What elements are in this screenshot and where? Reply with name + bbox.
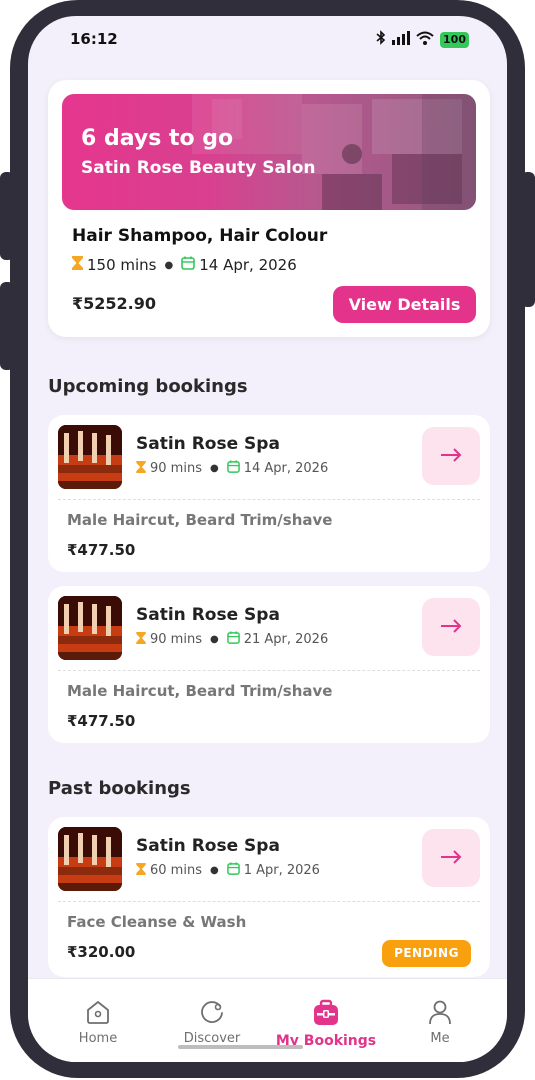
wifi-icon: [416, 30, 434, 49]
hero-duration: 150 mins: [87, 256, 157, 274]
booking-price: ₹320.00: [67, 943, 136, 961]
countdown-text: 6 days to go: [81, 126, 234, 151]
status-time: 16:12: [70, 30, 118, 48]
booking-date: 1 Apr, 2026: [243, 863, 320, 878]
hero-price: ₹5252.90: [72, 294, 157, 313]
discover-icon: [199, 999, 225, 1029]
hourglass-icon: [136, 460, 150, 477]
calendar-icon: [181, 256, 199, 274]
booking-meta: 90 mins ● 21 Apr, 2026: [136, 631, 328, 648]
next-booking-card[interactable]: 6 days to go Satin Rose Beauty Salon Hai…: [48, 80, 490, 337]
open-booking-button[interactable]: [422, 427, 480, 485]
booking-services: Face Cleanse & Wash: [67, 913, 247, 931]
hourglass-icon: [72, 256, 87, 274]
booking-date: 14 Apr, 2026: [243, 461, 329, 476]
app-screen: 16:12 100 6 days to go Satin Rose Beauty…: [28, 16, 507, 1062]
booking-price: ₹477.50: [67, 541, 136, 559]
nav-my-bookings[interactable]: My Bookings: [271, 979, 381, 1062]
status-badge: PENDING: [382, 940, 471, 967]
hourglass-icon: [136, 631, 150, 648]
profile-icon: [427, 999, 453, 1029]
past-section-title: Past bookings: [48, 778, 191, 799]
dashed-divider: [58, 901, 480, 902]
separator-dot: ●: [209, 865, 219, 876]
booking-meta: 90 mins ● 14 Apr, 2026: [136, 460, 328, 477]
booking-price: ₹477.50: [67, 712, 136, 730]
bookings-icon: [312, 999, 340, 1031]
salon-name: Satin Rose Spa: [136, 836, 280, 856]
booking-duration: 90 mins: [150, 632, 202, 647]
arrow-right-icon: [440, 849, 462, 868]
salon-thumbnail: [58, 596, 122, 660]
status-icons: 100: [376, 30, 469, 49]
separator-dot: ●: [164, 259, 174, 271]
booking-card[interactable]: Satin Rose Spa 90 mins ● 21 Apr, 2026 Ma…: [48, 586, 490, 743]
booking-meta: 60 mins ● 1 Apr, 2026: [136, 862, 320, 879]
open-booking-button[interactable]: [422, 598, 480, 656]
booking-duration: 90 mins: [150, 461, 202, 476]
calendar-icon: [226, 460, 244, 477]
arrow-right-icon: [440, 618, 462, 637]
hero-services: Hair Shampoo, Hair Colour: [72, 226, 328, 246]
booking-card[interactable]: Satin Rose Spa 60 mins ● 1 Apr, 2026 Fac…: [48, 817, 490, 977]
booking-services: Male Haircut, Beard Trim/shave: [67, 682, 333, 700]
salon-name: Satin Rose Spa: [136, 434, 280, 454]
booking-duration: 60 mins: [150, 863, 202, 878]
calendar-icon: [226, 862, 244, 879]
nav-home-label: Home: [78, 1031, 118, 1046]
dashed-divider: [58, 670, 480, 671]
bluetooth-icon: [376, 30, 386, 49]
separator-dot: ●: [209, 463, 219, 474]
salon-banner: 6 days to go Satin Rose Beauty Salon: [62, 94, 476, 210]
booking-card[interactable]: Satin Rose Spa 90 mins ● 14 Apr, 2026 Ma…: [48, 415, 490, 572]
signal-icon: [392, 30, 411, 49]
view-details-button[interactable]: View Details: [333, 286, 476, 323]
side-button-left-bottom: [0, 282, 14, 370]
nav-me-label: Me: [430, 1031, 450, 1046]
calendar-icon: [226, 631, 244, 648]
hero-meta: 150 mins ● 14 Apr, 2026: [72, 256, 297, 274]
nav-home[interactable]: Home: [43, 979, 153, 1062]
open-booking-button[interactable]: [422, 829, 480, 887]
nav-discover-label: Discover: [183, 1031, 241, 1046]
side-button-left-top: [0, 172, 14, 260]
nav-discover[interactable]: Discover: [157, 979, 267, 1062]
salon-thumbnail: [58, 425, 122, 489]
nav-me[interactable]: Me: [385, 979, 495, 1062]
arrow-right-icon: [440, 447, 462, 466]
battery-icon: 100: [440, 31, 469, 48]
salon-name: Satin Rose Spa: [136, 605, 280, 625]
separator-dot: ●: [209, 634, 219, 645]
dashed-divider: [58, 499, 480, 500]
salon-interior-image: [192, 94, 476, 210]
hero-salon-name: Satin Rose Beauty Salon: [81, 158, 316, 178]
status-bar: 16:12 100: [28, 16, 507, 66]
side-button-right: [521, 172, 535, 307]
home-indicator[interactable]: [178, 1045, 303, 1049]
hourglass-icon: [136, 862, 150, 879]
booking-date: 21 Apr, 2026: [243, 632, 329, 647]
bottom-nav: Home Discover My Bookings Me: [28, 978, 507, 1062]
home-icon: [85, 999, 111, 1029]
salon-thumbnail: [58, 827, 122, 891]
hero-date: 14 Apr, 2026: [199, 256, 297, 274]
booking-services: Male Haircut, Beard Trim/shave: [67, 511, 333, 529]
upcoming-section-title: Upcoming bookings: [48, 376, 248, 397]
